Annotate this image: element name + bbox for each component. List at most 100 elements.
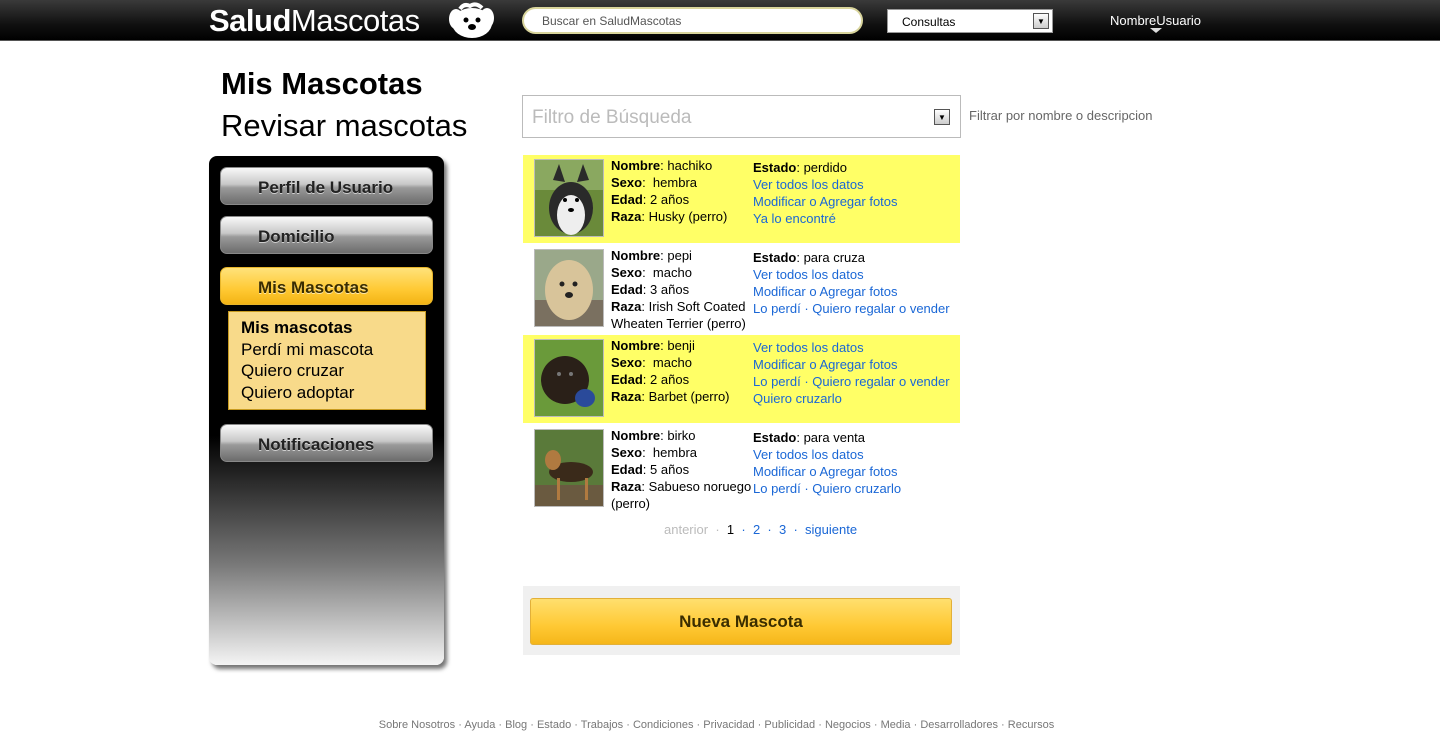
footer-link[interactable]: Sobre Nosotros <box>379 719 455 731</box>
footer-link[interactable]: Blog <box>505 719 527 731</box>
footer-separator: · <box>815 719 825 731</box>
sidebar-item-perfil[interactable]: Perfil de Usuario <box>220 167 433 205</box>
pet-row: Nombre: benji Sexo: macho Edad: 2 años R… <box>523 335 960 423</box>
footer-links: Sobre Nosotros · Ayuda · Blog · Estado ·… <box>0 719 1433 731</box>
chevron-down-icon[interactable]: ▼ <box>934 109 950 125</box>
footer-separator: · <box>571 719 581 731</box>
sidebar-item-mis-mascotas[interactable]: Mis Mascotas <box>220 267 433 305</box>
footer-separator: · <box>693 719 704 731</box>
give-sell-link[interactable]: Quiero regalar o vender <box>812 374 949 389</box>
pager-page-2[interactable]: 2 <box>753 522 760 537</box>
breed-link[interactable]: Quiero cruzarlo <box>753 390 963 407</box>
lost-link[interactable]: Lo perdí <box>753 374 801 389</box>
consultas-dropdown[interactable]: Consultas ▼ <box>887 9 1053 33</box>
view-all-link[interactable]: Ver todos los datos <box>753 446 963 463</box>
pagination: anterior · 1 · 2 · 3 · siguiente <box>664 522 857 537</box>
pet-photo[interactable] <box>534 249 604 327</box>
footer-separator: · <box>527 719 537 731</box>
age-label: Edad <box>611 372 643 387</box>
breed-link[interactable]: Quiero cruzarlo <box>812 481 901 496</box>
edit-photos-link[interactable]: Modificar o Agregar fotos <box>753 356 963 373</box>
pager-prev: anterior <box>664 522 709 537</box>
pet-state: para cruza <box>803 250 865 265</box>
footer-separator: · <box>998 719 1008 731</box>
filter-input[interactable]: Filtro de Búsqueda ▼ <box>522 95 961 138</box>
pager-separator: · <box>767 522 772 537</box>
new-pet-button[interactable]: Nueva Mascota <box>530 598 952 645</box>
footer-link[interactable]: Privacidad <box>703 719 754 731</box>
footer-link[interactable]: Trabajos <box>581 719 623 731</box>
footer-link[interactable]: Media <box>881 719 911 731</box>
pet-info: Nombre: benji Sexo: macho Edad: 2 años R… <box>611 338 730 404</box>
pet-name: birko <box>667 428 696 443</box>
submenu-item-quiero-adoptar[interactable]: Quiero adoptar <box>241 382 425 404</box>
edit-photos-link[interactable]: Modificar o Agregar fotos <box>753 193 963 210</box>
name-label: Nombre <box>611 158 661 173</box>
give-sell-link[interactable]: Quiero regalar o vender <box>812 301 949 316</box>
site-logo[interactable]: Salud Mascotas <box>209 2 420 40</box>
footer-separator: · <box>870 719 881 731</box>
view-all-link[interactable]: Ver todos los datos <box>753 176 963 193</box>
pager-next[interactable]: siguiente <box>805 522 857 537</box>
submenu-item-perdi-mascota[interactable]: Perdí mi mascota <box>241 339 425 361</box>
pet-photo[interactable] <box>534 339 604 417</box>
name-label: Nombre <box>611 428 661 443</box>
lost-link[interactable]: Lo perdí <box>753 301 801 316</box>
found-link[interactable]: Ya lo encontré <box>753 210 963 227</box>
pet-state: perdido <box>803 160 847 175</box>
footer-link[interactable]: Negocios <box>825 719 871 731</box>
pet-name: pepi <box>667 248 692 263</box>
pet-age: 5 años <box>650 462 690 477</box>
pet-breed: Barbet (perro) <box>648 389 730 404</box>
pager-separator: · <box>715 522 720 537</box>
sex-label: Sexo <box>611 265 643 280</box>
sidebar-item-domicilio[interactable]: Domicilio <box>220 216 433 254</box>
chevron-down-icon[interactable]: ▼ <box>1033 13 1049 29</box>
footer-link[interactable]: Recursos <box>1008 719 1054 731</box>
caret-down-icon[interactable] <box>1150 28 1162 33</box>
footer-link[interactable]: Publicidad <box>764 719 815 731</box>
footer-separator: · <box>910 719 921 731</box>
lost-link[interactable]: Lo perdí <box>753 481 801 496</box>
footer-link[interactable]: Desarrolladores <box>920 719 998 731</box>
sidebar-item-notificaciones[interactable]: Notificaciones <box>220 424 433 462</box>
pager-page-3[interactable]: 3 <box>779 522 786 537</box>
search-input[interactable]: Buscar en SaludMascotas <box>522 7 863 34</box>
logo-rest-text: Mascotas <box>290 3 420 38</box>
pet-photo[interactable] <box>534 159 604 237</box>
pager-page-1[interactable]: 1 <box>727 522 734 537</box>
top-bar: Salud Mascotas Buscar en SaludMascotas Co… <box>0 0 1440 41</box>
dog-logo-icon <box>449 2 494 38</box>
view-all-link[interactable]: Ver todos los datos <box>753 266 963 283</box>
breed-label: Raza <box>611 209 642 224</box>
footer-link[interactable]: Condiciones <box>633 719 694 731</box>
pet-actions: Estado: para cruza Ver todos los datos M… <box>753 249 963 317</box>
footer-separator: · <box>754 719 765 731</box>
state-label: Estado <box>753 430 797 445</box>
edit-photos-link[interactable]: Modificar o Agregar fotos <box>753 283 963 300</box>
footer-separator: · <box>623 719 633 731</box>
pet-info: Nombre: pepi Sexo: macho Edad: 3 años Ra… <box>611 248 746 331</box>
pet-age: 2 años <box>650 192 690 207</box>
pet-sex: hembra <box>652 445 697 460</box>
sex-label: Sexo <box>611 445 643 460</box>
submenu-item-mis-mascotas[interactable]: Mis mascotas <box>241 317 425 339</box>
view-all-link[interactable]: Ver todos los datos <box>753 339 963 356</box>
submenu-item-quiero-cruzar[interactable]: Quiero cruzar <box>241 360 425 382</box>
pet-photo[interactable] <box>534 429 604 507</box>
footer-link[interactable]: Estado <box>537 719 571 731</box>
edit-photos-link[interactable]: Modificar o Agregar fotos <box>753 463 963 480</box>
pet-breed: Husky (perro) <box>648 209 728 224</box>
pet-age: 3 años <box>650 282 690 297</box>
pet-state: para venta <box>803 430 866 445</box>
breed-label: Raza <box>611 299 642 314</box>
pager-separator: · <box>741 522 746 537</box>
pet-age: 2 años <box>650 372 690 387</box>
consultas-selected: Consultas <box>902 15 956 29</box>
user-menu[interactable]: NombreUsuario <box>1110 13 1201 28</box>
name-label: Nombre <box>611 338 661 353</box>
footer-link[interactable]: Ayuda <box>464 719 495 731</box>
breed-label: Raza <box>611 479 642 494</box>
pet-info: Nombre: birko Sexo: hembra Edad: 5 años … <box>611 428 752 511</box>
logo-bold-text: Salud <box>209 3 291 38</box>
